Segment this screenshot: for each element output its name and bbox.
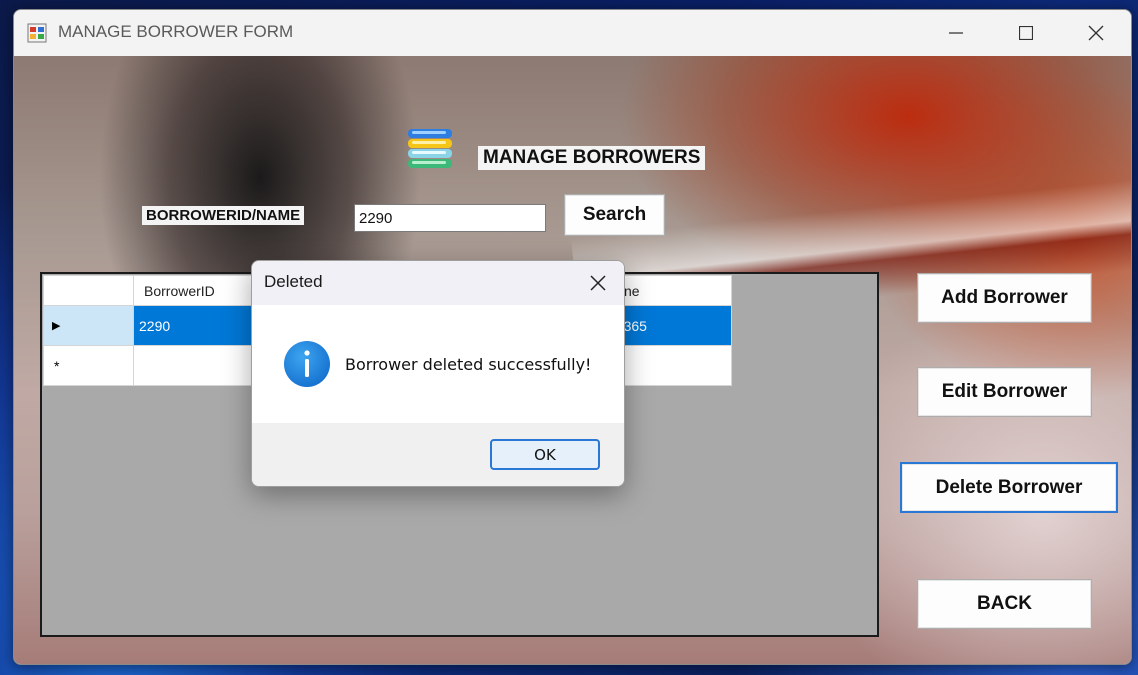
table-cell-phone[interactable]: 54365 xyxy=(608,305,732,346)
info-icon xyxy=(284,341,330,387)
dialog-message: Borrower deleted successfully! xyxy=(345,355,592,374)
close-icon xyxy=(1088,25,1104,41)
table-cell-phone-new[interactable] xyxy=(613,345,732,386)
table-cell-borrowerid[interactable]: 2290 xyxy=(133,305,254,346)
dialog-title-bar[interactable]: Deleted xyxy=(252,261,624,305)
column-header-borrowerid[interactable]: BorrowerID xyxy=(133,275,254,306)
books-logo-icon xyxy=(408,129,452,168)
new-row-selector[interactable]: * xyxy=(43,345,134,386)
page-title: MANAGE BORROWERS xyxy=(478,146,706,170)
table-cell-borrowerid-new[interactable] xyxy=(133,345,254,386)
edit-borrower-button[interactable]: Edit Borrower xyxy=(917,367,1092,417)
close-icon xyxy=(590,275,606,291)
title-bar[interactable]: MANAGE BORROWER FORM xyxy=(14,10,1131,56)
close-button[interactable] xyxy=(1061,10,1131,56)
maximize-button[interactable] xyxy=(991,10,1061,56)
dialog-close-button[interactable] xyxy=(580,265,616,301)
window-title: MANAGE BORROWER FORM xyxy=(58,22,294,41)
main-window: MANAGE BORROWER FORM MANAGE BORROWERS BO… xyxy=(13,9,1132,665)
info-glyph xyxy=(304,350,310,377)
minimize-button[interactable] xyxy=(921,10,991,56)
app-icon xyxy=(27,23,47,43)
ok-button[interactable]: OK xyxy=(490,439,600,470)
maximize-icon xyxy=(1019,26,1033,40)
row-selector[interactable]: ▶ xyxy=(43,305,134,346)
dialog-title: Deleted xyxy=(264,272,323,291)
search-label: BORROWERID/NAME xyxy=(142,206,305,225)
back-button[interactable]: BACK xyxy=(917,579,1092,629)
add-borrower-button[interactable]: Add Borrower xyxy=(917,273,1092,323)
column-header-phone[interactable]: ne xyxy=(613,275,732,306)
deleted-dialog: Deleted Borrower deleted successfully! O… xyxy=(251,260,625,487)
minimize-icon xyxy=(949,32,963,34)
corner-header-cell[interactable] xyxy=(43,275,134,306)
delete-borrower-button[interactable]: Delete Borrower xyxy=(900,462,1118,513)
form-client-area: MANAGE BORROWERS BORROWERID/NAME Search … xyxy=(14,56,1131,664)
search-input[interactable] xyxy=(354,204,546,232)
search-button[interactable]: Search xyxy=(564,194,665,236)
